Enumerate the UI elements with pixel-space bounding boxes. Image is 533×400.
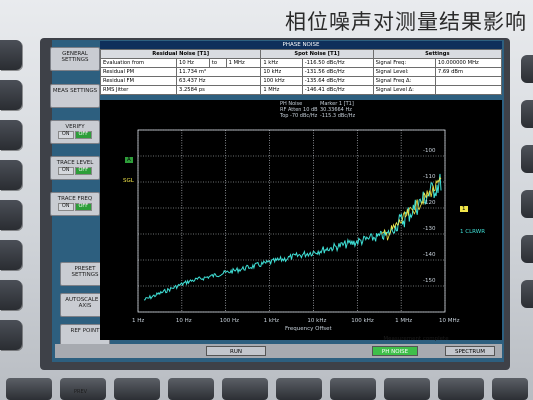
top-label: Top xyxy=(280,113,289,119)
trace-level-label: TRACE LEVEL xyxy=(56,160,94,166)
bottom-key[interactable] xyxy=(330,378,376,400)
right-key[interactable] xyxy=(521,235,533,263)
meas-settings-button[interactable]: MEAS SETTINGS xyxy=(50,84,100,108)
marker-value: -115.3 dBc/Hz xyxy=(320,113,356,119)
left-key[interactable] xyxy=(0,240,22,270)
table-row: Residual FM 63.437 Hz 100 kHz -135.64 dB… xyxy=(99,76,503,86)
status-bar xyxy=(55,344,502,358)
plot-annotations: PH Noise RF Atten 10 dB Top -70 dBc/Hz xyxy=(280,101,318,119)
autoscale-label: AUTOSCALE Y-AXIS xyxy=(65,297,105,310)
spectrum-mode-button[interactable]: SPECTRUM xyxy=(445,346,495,356)
x-tick-label: 10 MHz xyxy=(439,318,460,324)
top-value: -70 dBc/Hz xyxy=(290,113,318,119)
trace-freq-button[interactable]: TRACE FREQ ON OFF xyxy=(50,192,100,216)
bottom-key[interactable] xyxy=(168,378,214,400)
phase-noise-trace xyxy=(143,173,442,301)
trace-freq-label: TRACE FREQ xyxy=(57,196,93,202)
bottom-key[interactable] xyxy=(222,378,268,400)
level-badge: 1 xyxy=(460,206,468,212)
y-tick-label: -120 xyxy=(423,200,436,206)
left-hard-keys xyxy=(0,40,36,370)
meas-settings-label: MEAS SETTINGS xyxy=(52,88,98,94)
table-header: Spot Noise [T1] xyxy=(260,49,374,59)
phase-noise-title: PHASE NOISE xyxy=(100,41,502,49)
marker-a-badge: A xyxy=(125,157,133,163)
general-settings-label: GENERAL SETTINGS xyxy=(61,51,89,64)
y-tick-label: -140 xyxy=(423,252,436,258)
right-key[interactable] xyxy=(521,55,533,83)
ph-noise-mode-button[interactable]: PH NOISE xyxy=(372,346,418,356)
left-key[interactable] xyxy=(0,120,22,150)
general-settings-button[interactable]: GENERAL SETTINGS xyxy=(50,47,100,71)
clrwr-label: 1 CLRWR xyxy=(460,229,486,235)
left-key[interactable] xyxy=(0,40,22,70)
left-key[interactable] xyxy=(0,320,22,350)
y-tick-label: -100 xyxy=(423,148,436,154)
bottom-hard-keys xyxy=(0,372,533,400)
table-header: Residual Noise [T1] xyxy=(99,49,262,59)
bottom-key[interactable] xyxy=(492,378,528,400)
x-tick-label: 10 Hz xyxy=(175,318,192,324)
photo-caption: 相位噪声对测量结果影响 xyxy=(285,10,527,34)
left-key[interactable] xyxy=(0,80,22,110)
y-tick-label: -130 xyxy=(423,226,436,232)
table-header: Settings xyxy=(372,49,503,59)
trace-level-on[interactable]: ON xyxy=(57,167,74,176)
bottom-key[interactable] xyxy=(6,378,52,400)
x-tick-label: 10 kHz xyxy=(307,318,327,324)
x-tick-label: 1 kHz xyxy=(263,318,280,324)
run-indicator: RUN xyxy=(206,346,266,356)
bottom-key[interactable] xyxy=(384,378,430,400)
ref-point-label: REF POINT xyxy=(70,328,100,334)
bottom-key[interactable] xyxy=(276,378,322,400)
trace-freq-off[interactable]: OFF xyxy=(74,203,93,212)
x-tick-label: 1 MHz xyxy=(395,318,413,324)
x-tick-label: 100 Hz xyxy=(219,318,239,324)
x-tick-label: 100 kHz xyxy=(351,318,374,324)
bottom-key[interactable] xyxy=(114,378,160,400)
phase-noise-plot xyxy=(100,100,502,340)
verify-off[interactable]: OFF xyxy=(74,131,93,140)
sgl-label: SGL xyxy=(123,178,134,184)
y-tick-label: -110 xyxy=(423,174,436,180)
trace-level-button[interactable]: TRACE LEVEL ON OFF xyxy=(50,156,100,180)
marker-readout: Marker 1 [T1] 30.33664 Hz -115.3 dBc/Hz xyxy=(320,101,355,119)
table-row: Residual PM 11.734 m° 10 kHz -131.56 dBc… xyxy=(99,67,503,77)
verify-on[interactable]: ON xyxy=(57,131,74,140)
preset-settings-label: PRESET SETTINGS xyxy=(71,266,99,279)
right-key[interactable] xyxy=(521,100,533,128)
trace-freq-on[interactable]: ON xyxy=(57,203,74,212)
left-key[interactable] xyxy=(0,160,22,190)
table-row: RMS Jitter 3.2584 ps 1 MHz -146.41 dBc/H… xyxy=(99,85,503,95)
measurement-status: Measurement complete xyxy=(383,336,449,342)
table-row: Evaluation from 10 Hz to 1 MHz 1 kHz -11… xyxy=(99,58,503,68)
phase-noise-plot-svg xyxy=(137,129,446,313)
right-key[interactable] xyxy=(521,145,533,173)
right-key[interactable] xyxy=(521,280,533,308)
right-key[interactable] xyxy=(521,190,533,218)
trace-level-off[interactable]: OFF xyxy=(74,167,93,176)
x-tick-label: 1 Hz xyxy=(132,318,145,324)
y-tick-label: -150 xyxy=(423,278,436,284)
verify-button[interactable]: VERIFY ON OFF xyxy=(50,120,100,144)
x-axis-title: Frequency Offset xyxy=(285,326,332,332)
left-key[interactable] xyxy=(0,200,22,230)
bottom-key[interactable] xyxy=(438,378,484,400)
verify-label: VERIFY xyxy=(65,124,85,130)
left-key[interactable] xyxy=(0,280,22,310)
prev-key-label: PREV xyxy=(74,389,88,395)
phase-noise-table: Residual Noise [T1] Spot Noise [T1] Sett… xyxy=(99,49,503,95)
